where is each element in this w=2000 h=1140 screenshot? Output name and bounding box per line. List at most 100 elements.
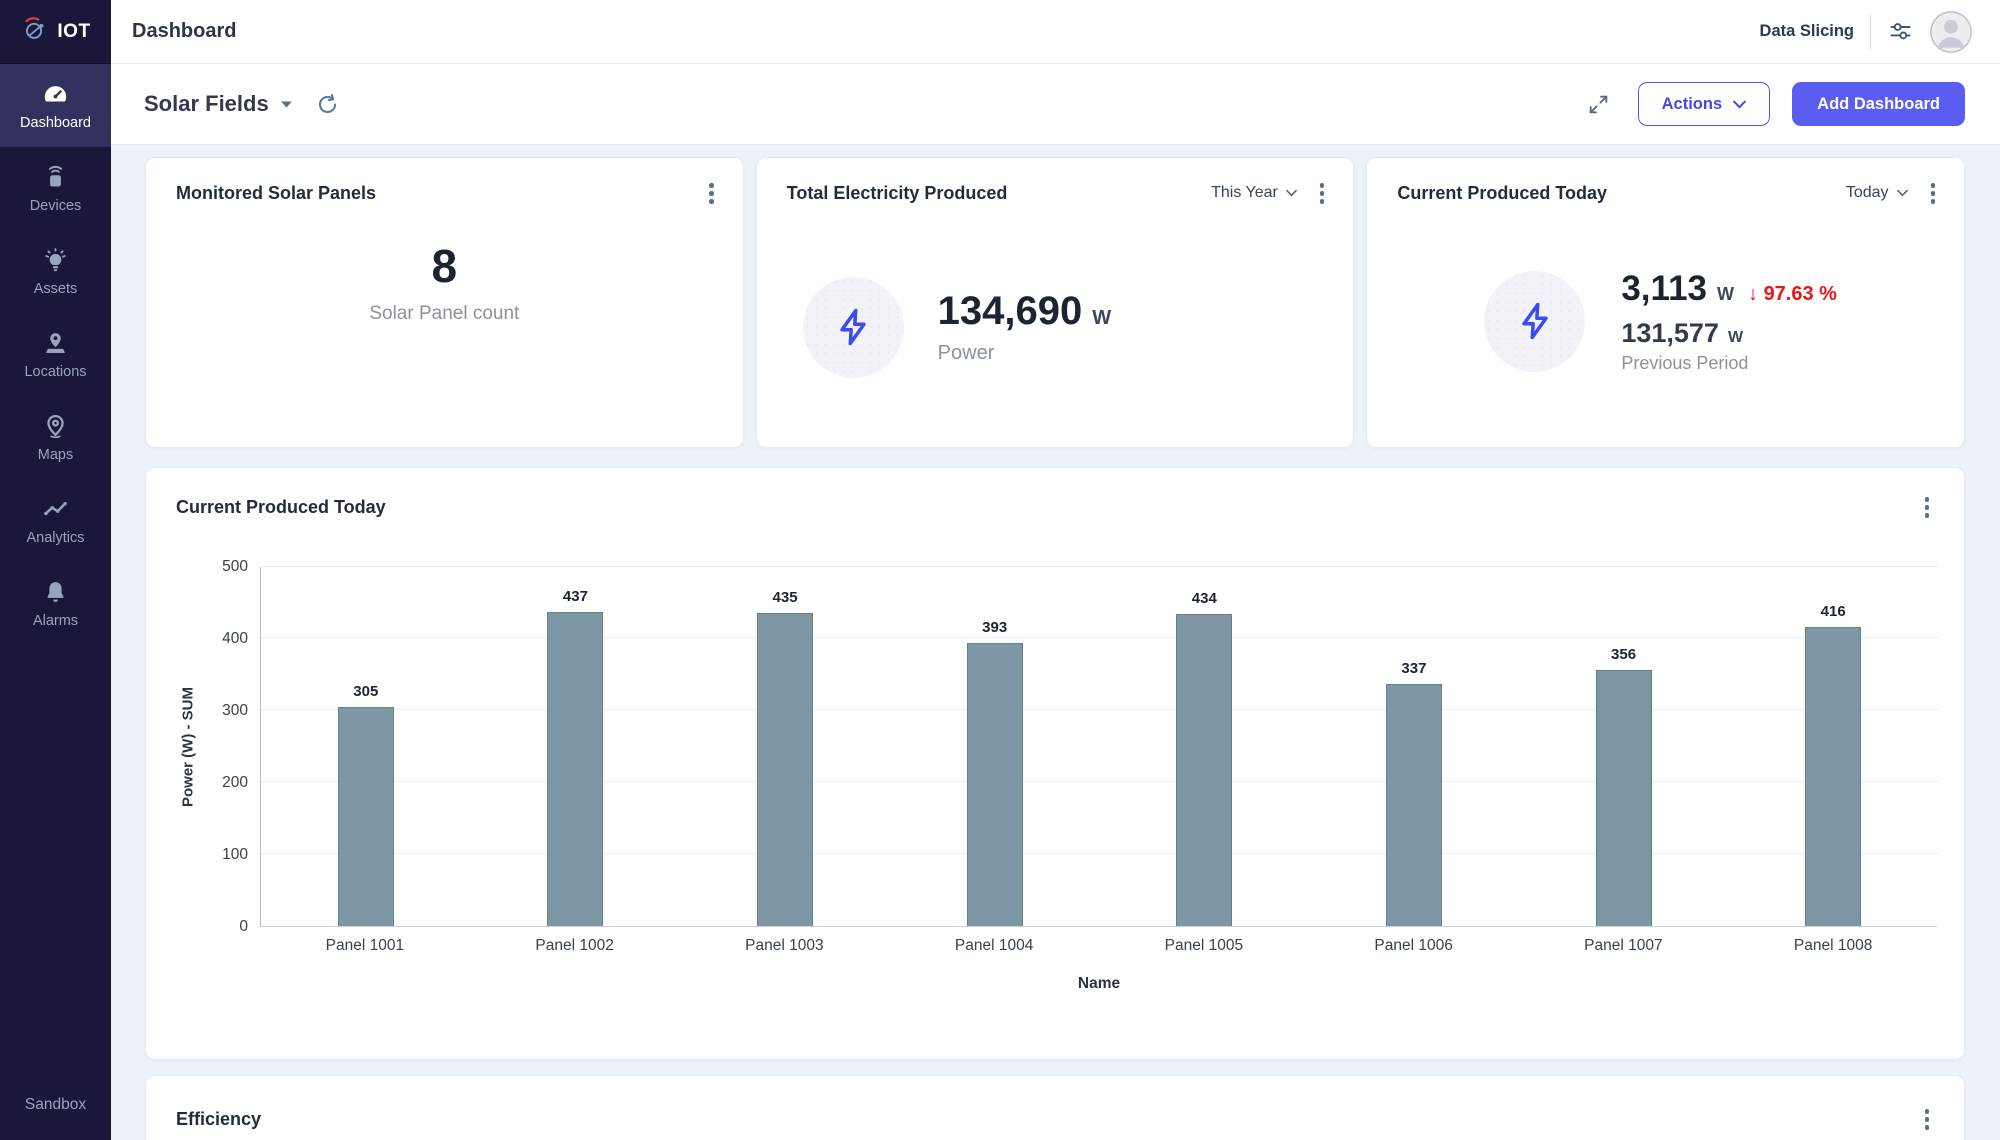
sidebar-spacer [0,645,111,1096]
bar-panel-1006[interactable] [1386,684,1442,926]
bell-icon [42,579,69,606]
sidebar-item-sandbox[interactable]: Sandbox [0,1096,111,1140]
today-power-block: 3,113 W ↓ 97.63 % 131,577 W Previous Per… [1367,269,1964,374]
kebab-menu-icon[interactable] [1926,180,1941,207]
bar-value-label: 356 [1611,646,1636,663]
sidebar-item-locations[interactable]: Locations [0,313,111,396]
y-tick-label: 100 [222,846,248,864]
y-tick-label: 500 [222,558,248,576]
dashboard-selector[interactable]: Solar Fields [144,91,293,117]
avatar[interactable] [1930,11,1972,53]
total-power-label: Power [938,342,1111,365]
y-tick-label: 400 [222,630,248,648]
bar-panel-1003[interactable] [757,613,813,925]
sidebar-nav: Dashboard Devices Assets Locations Maps Analy… [0,64,111,645]
sidebar-item-label: Devices [30,198,82,214]
chevron-down-icon [280,100,293,109]
bar-column: 393 [890,567,1100,926]
sidebar-item-label: Alarms [33,613,78,629]
sidebar-item-assets[interactable]: Assets [0,230,111,313]
sidebar-item-maps[interactable]: Maps [0,396,111,479]
app-root: IOT Dashboard Devices Assets Locations Maps A… [0,0,2000,1140]
bar-value-label: 435 [773,589,798,606]
bar-value-label: 337 [1401,660,1426,677]
bar-panel-1007[interactable] [1596,670,1652,926]
expand-icon[interactable] [1586,92,1611,117]
actions-button[interactable]: Actions [1638,82,1771,126]
card-title: Total Electricity Produced [787,183,1008,204]
bar-column: 337 [1309,567,1519,926]
y-tick-label: 200 [222,774,248,792]
y-tick-label: 300 [222,702,248,720]
x-axis-title: Name [260,955,1938,993]
sliders-icon[interactable] [1887,18,1914,45]
bar-panel-1005[interactable] [1176,614,1232,926]
bulb-icon [42,247,69,274]
bar-columns: 305437435393434337356416 [261,567,1938,926]
bar-panel-1001[interactable] [338,707,394,926]
sidebar-item-devices[interactable]: Devices [0,147,111,230]
actions-button-label: Actions [1662,95,1723,114]
arrow-down-icon: ↓ [1748,283,1758,305]
page-title: Dashboard [132,20,236,43]
toolbar-right: Actions Add Dashboard [1586,82,1965,126]
sidebar-item-analytics[interactable]: Analytics [0,479,111,562]
bar-column: 437 [471,567,681,926]
x-tick-label: Panel 1007 [1519,937,1729,955]
total-power-value: 134,690 [938,289,1083,334]
kebab-menu-icon[interactable] [1315,180,1330,207]
y-tick-label: 0 [239,918,248,936]
bar-column: 435 [680,567,890,926]
today-power-value: 3,113 [1621,269,1707,309]
timeframe-label: This Year [1211,184,1278,202]
bar-panel-1002[interactable] [547,612,603,926]
kebab-menu-icon[interactable] [704,180,719,207]
x-tick-label: Panel 1005 [1099,937,1309,955]
timeframe-label: Today [1846,184,1889,202]
refresh-icon[interactable] [315,92,340,117]
bar-column: 356 [1519,567,1729,926]
bar-chart: Power (W) - SUM 0100200300400500 3054374… [170,567,1938,993]
delta-value: 97.63 % [1764,283,1837,305]
device-icon [42,164,69,191]
dashboard-toolbar: Solar Fields Actio [111,64,2000,145]
previous-period-label: Previous Period [1621,353,1837,374]
bar-value-label: 305 [353,683,378,700]
trend-line-icon [42,496,69,523]
card-title: Current Produced Today [1397,183,1607,204]
previous-power-unit: W [1728,329,1743,347]
timeframe-selector[interactable]: This Year [1211,184,1297,202]
card-total-electricity: Total Electricity Produced This Year [756,157,1355,448]
gauge-icon [42,81,69,108]
add-dashboard-button[interactable]: Add Dashboard [1792,82,1965,126]
panel-count-value: 8 [146,239,743,293]
bar-panel-1004[interactable] [967,643,1023,925]
logo-text: IOT [57,21,90,43]
bar-value-label: 393 [982,619,1007,636]
app-logo[interactable]: IOT [0,0,111,64]
x-tick-label: Panel 1002 [470,937,680,955]
card-efficiency: Efficiency [145,1075,1965,1140]
x-tick-label: Panel 1003 [680,937,890,955]
sidebar-item-alarms[interactable]: Alarms [0,562,111,645]
kebab-menu-icon[interactable] [1920,1106,1935,1133]
y-axis-title: Power (W) - SUM [170,567,206,927]
bolt-icon [803,277,904,378]
sidebar-item-label: Locations [24,364,86,380]
topbar: Dashboard Data Slicing [111,0,2000,64]
timeframe-selector[interactable]: Today [1846,184,1908,202]
sidebar-item-label: Analytics [26,530,84,546]
kebab-menu-icon[interactable] [1920,494,1935,521]
chart-title: Current Produced Today [176,497,386,518]
sidebar: IOT Dashboard Devices Assets Locations Maps A… [0,0,111,1140]
delta-badge: ↓ 97.63 % [1748,283,1837,306]
bar-panel-1008[interactable] [1805,627,1861,926]
x-tick-label: Panel 1001 [260,937,470,955]
satellite-logo-icon [20,14,50,49]
sidebar-footer-label: Sandbox [25,1096,86,1113]
divider [1870,14,1871,50]
y-axis-ticks: 0100200300400500 [206,567,260,927]
card-title: Efficiency [176,1109,261,1130]
data-slicing-link[interactable]: Data Slicing [1760,22,1854,41]
sidebar-item-dashboard[interactable]: Dashboard [0,64,111,147]
